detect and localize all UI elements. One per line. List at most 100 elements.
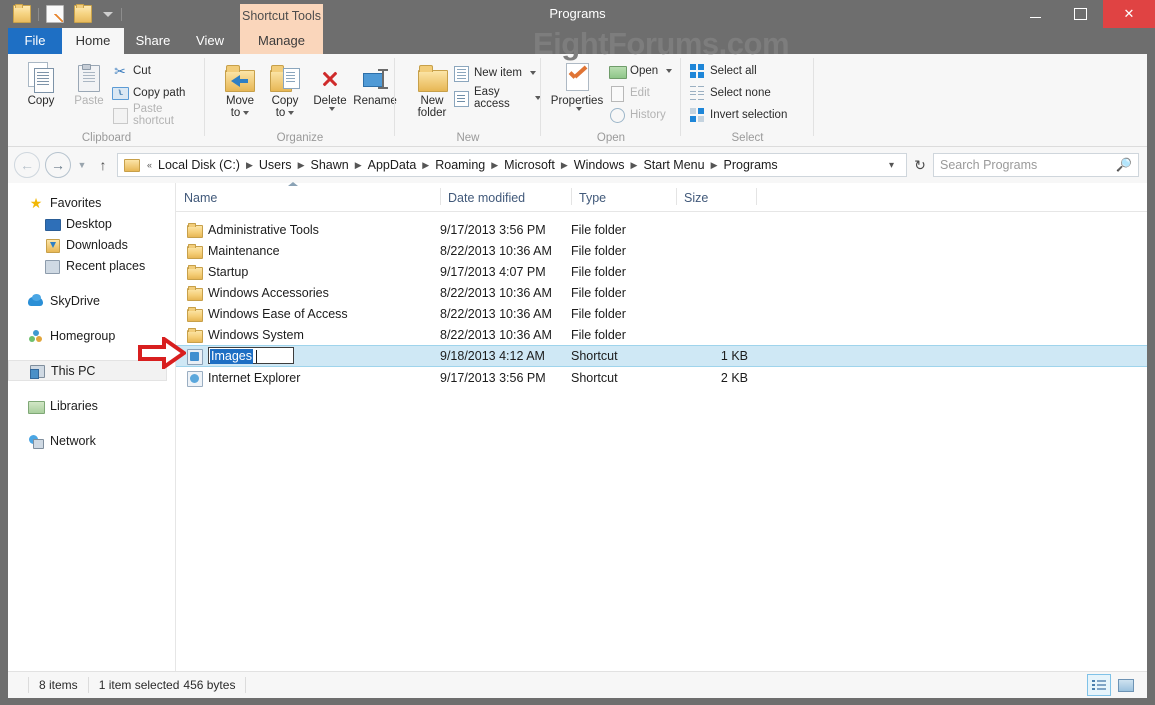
easy-access-button[interactable]: Easy access — [453, 87, 541, 109]
star-icon: ★ — [28, 195, 44, 211]
chevron-right-icon[interactable]: ▶ — [708, 160, 721, 171]
search-input[interactable]: Search Programs — [940, 158, 1116, 172]
tab-share[interactable]: Share — [124, 28, 182, 54]
sidebar-item-favorites[interactable]: ★ Favorites — [8, 192, 175, 213]
minimize-button[interactable] — [1013, 0, 1058, 28]
tab-manage[interactable]: Manage — [240, 28, 323, 54]
table-row[interactable]: Startup 9/17/2013 4:07 PM File folder — [176, 261, 1147, 282]
properties-label: Properties — [551, 95, 603, 107]
breadcrumb-item-3[interactable]: AppData — [365, 158, 420, 172]
sidebar-item-label: Recent places — [66, 259, 145, 273]
downloads-icon — [44, 237, 60, 253]
chevron-down-icon[interactable] — [288, 111, 294, 115]
tab-view[interactable]: View — [182, 28, 238, 54]
breadcrumb-item-1[interactable]: Users — [256, 158, 295, 172]
desktop-icon — [44, 216, 60, 232]
copy-path-button[interactable]: \\.. Copy path — [112, 82, 185, 104]
new-folder-button[interactable]: New folder — [405, 58, 459, 128]
breadcrumb[interactable]: « Local Disk (C:) ▶ Users ▶ Shawn ▶ AppD… — [117, 153, 907, 177]
select-all-button[interactable]: Select all — [689, 60, 757, 82]
edit-button[interactable]: Edit — [609, 82, 650, 104]
maximize-button[interactable] — [1058, 0, 1103, 28]
ribbon-group-clipboard: Copy Paste ✂ Cut \\.. Copy path — [8, 54, 205, 146]
details-view-button[interactable] — [1087, 674, 1111, 696]
table-row[interactable]: Administrative Tools 9/17/2013 3:56 PM F… — [176, 219, 1147, 240]
chevron-down-icon[interactable] — [243, 111, 249, 115]
tab-file[interactable]: File — [8, 28, 62, 54]
skydrive-icon — [28, 293, 44, 309]
large-icons-view-button[interactable] — [1115, 675, 1137, 695]
chevron-down-icon[interactable] — [329, 107, 335, 111]
breadcrumb-item-4[interactable]: Roaming — [432, 158, 488, 172]
copy-button[interactable]: Copy — [14, 58, 68, 128]
sidebar-item-skydrive[interactable]: SkyDrive — [8, 290, 175, 311]
shortcut-icon — [186, 348, 202, 364]
close-button[interactable]: ✕ — [1103, 0, 1155, 28]
chevron-right-icon[interactable]: ▶ — [558, 160, 571, 171]
file-name: Internet Explorer — [208, 371, 300, 385]
table-row[interactable]: Windows Ease of Access 8/22/2013 10:36 A… — [176, 303, 1147, 324]
chevron-right-icon[interactable]: ▶ — [628, 160, 641, 171]
cut-button[interactable]: ✂ Cut — [112, 60, 151, 82]
sidebar-item-downloads[interactable]: Downloads — [8, 234, 175, 255]
table-row[interactable]: Internet Explorer 9/17/2013 3:56 PM Shor… — [176, 367, 1147, 388]
breadcrumb-item-7[interactable]: Start Menu — [640, 158, 707, 172]
invert-selection-button[interactable]: Invert selection — [689, 104, 787, 126]
chevron-down-icon[interactable] — [666, 69, 672, 73]
ribbon: Copy Paste ✂ Cut \\.. Copy path — [8, 54, 1147, 147]
chevron-right-icon[interactable]: ▶ — [419, 160, 432, 171]
paste-shortcut-button[interactable]: Paste shortcut — [112, 104, 205, 126]
breadcrumb-item-5[interactable]: Microsoft — [501, 158, 558, 172]
content-area: ★ Favorites Desktop Downloads Recent pla… — [8, 183, 1147, 671]
file-date: 8/22/2013 10:36 AM — [440, 286, 552, 300]
select-none-button[interactable]: Select none — [689, 82, 771, 104]
breadcrumb-item-0[interactable]: Local Disk (C:) — [155, 158, 243, 172]
sidebar-item-recent-places[interactable]: Recent places — [8, 255, 175, 276]
open-button[interactable]: Open — [609, 60, 672, 82]
new-item-button[interactable]: New item — [453, 62, 536, 84]
rename-input[interactable]: Images — [208, 347, 294, 364]
chevron-right-icon[interactable]: ▶ — [488, 160, 501, 171]
column-header-type[interactable]: Type — [571, 183, 676, 210]
column-header-date-modified[interactable]: Date modified — [440, 183, 571, 210]
column-header-name[interactable]: Name — [176, 183, 440, 210]
breadcrumb-item-2[interactable]: Shawn — [307, 158, 351, 172]
back-button[interactable]: ← — [14, 152, 40, 178]
column-header-size[interactable]: Size — [676, 183, 756, 210]
file-size: 2 KB — [676, 371, 748, 385]
rename-selected-text: Images — [210, 349, 253, 364]
sidebar-item-libraries[interactable]: Libraries — [8, 395, 175, 416]
up-button[interactable]: ↑ — [93, 157, 113, 173]
table-row[interactable]: Maintenance 8/22/2013 10:36 AM File fold… — [176, 240, 1147, 261]
refresh-icon[interactable]: ↻ — [907, 157, 933, 174]
chevron-down-icon[interactable] — [530, 71, 536, 75]
chevron-down-icon[interactable] — [576, 107, 582, 111]
breadcrumb-overflow-icon[interactable]: « — [144, 160, 155, 170]
paste-button[interactable]: Paste — [62, 58, 116, 128]
chevron-right-icon[interactable]: ▶ — [295, 160, 308, 171]
breadcrumb-item-6[interactable]: Windows — [571, 158, 628, 172]
table-row[interactable]: Windows Accessories 8/22/2013 10:36 AM F… — [176, 282, 1147, 303]
file-type: File folder — [571, 223, 626, 237]
search-box[interactable]: Search Programs 🔍 — [933, 153, 1139, 177]
chevron-right-icon[interactable]: ▶ — [352, 160, 365, 171]
forward-button[interactable]: → — [45, 152, 71, 178]
new-item-icon — [453, 65, 469, 81]
properties-button[interactable]: Properties — [546, 58, 608, 128]
delete-label: Delete — [313, 95, 346, 107]
open-group-label: Open — [541, 132, 681, 144]
table-row[interactable]: Windows System 8/22/2013 10:36 AM File f… — [176, 324, 1147, 345]
search-icon: 🔍 — [1116, 157, 1132, 173]
history-button[interactable]: History — [609, 104, 666, 126]
breadcrumb-item-8[interactable]: Programs — [721, 158, 781, 172]
address-dropdown-icon[interactable]: ▾ — [881, 160, 902, 171]
sidebar-item-network[interactable]: Network — [8, 430, 175, 451]
recent-locations-icon[interactable]: ▼ — [74, 160, 90, 170]
sidebar-item-desktop[interactable]: Desktop — [8, 213, 175, 234]
tab-home[interactable]: Home — [62, 28, 124, 54]
sidebar-item-label: Favorites — [50, 196, 101, 210]
file-name: Windows Accessories — [208, 286, 329, 300]
table-row-selected[interactable]: Images 9/18/2013 4:12 AM Shortcut 1 KB — [176, 345, 1147, 367]
chevron-right-icon[interactable]: ▶ — [243, 160, 256, 171]
ribbon-group-open: Properties Open Edit History Open — [541, 54, 681, 146]
